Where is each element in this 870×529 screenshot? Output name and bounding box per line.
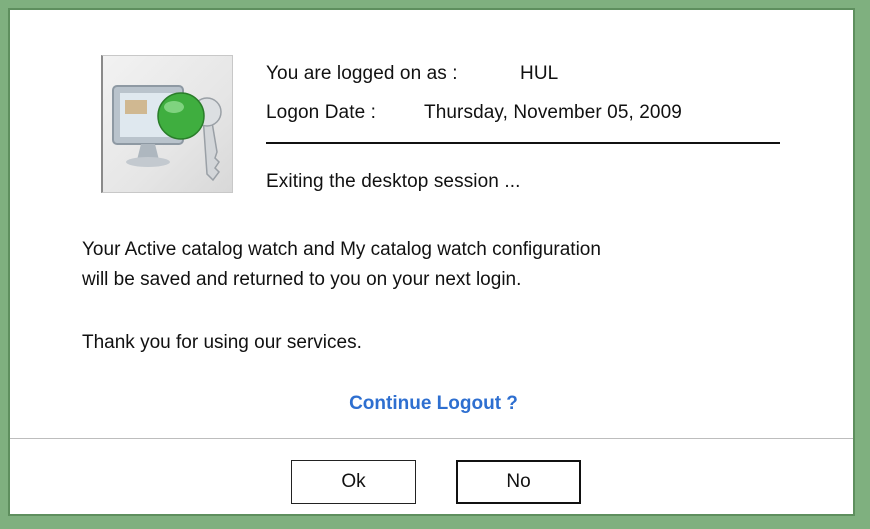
save-notice-line-1: Your Active catalog watch and My catalog…: [82, 239, 601, 260]
no-button[interactable]: No: [456, 460, 581, 504]
logon-computer-key-icon: [101, 55, 233, 193]
header-divider: [266, 142, 780, 144]
thank-you-text: Thank you for using our services.: [82, 332, 362, 353]
logged-user-value: HUL: [520, 63, 559, 84]
logout-dialog: You are logged on as : HUL Logon Date : …: [8, 8, 855, 516]
save-notice-line-2: will be saved and returned to you on you…: [82, 269, 522, 290]
logon-date-label: Logon Date :: [266, 102, 377, 123]
save-notice: Your Active catalog watch and My catalog…: [82, 235, 601, 295]
logon-date-value: Thursday, November 05, 2009: [424, 102, 682, 123]
logged-user-label: You are logged on as :: [266, 63, 458, 84]
footer-divider: [10, 438, 853, 439]
exit-status-text: Exiting the desktop session ...: [266, 171, 521, 192]
ok-button[interactable]: Ok: [291, 460, 416, 504]
continue-logout-prompt: Continue Logout ?: [349, 393, 518, 414]
